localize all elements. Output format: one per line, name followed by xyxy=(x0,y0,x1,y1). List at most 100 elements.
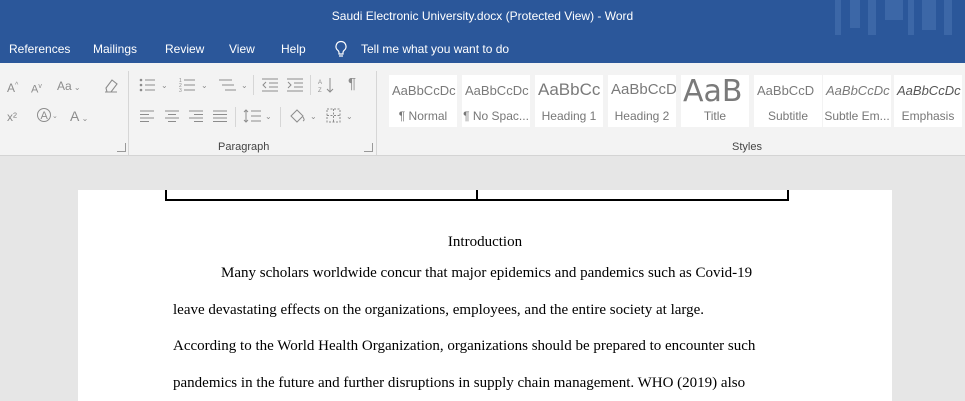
outdent-glyph xyxy=(262,78,278,92)
svg-text:⌄: ⌄ xyxy=(201,81,208,90)
eraser-icon xyxy=(105,79,118,93)
paragraph-line: Many scholars worldwide concur that majo… xyxy=(221,265,753,281)
sort-icon[interactable]: AZ xyxy=(318,77,336,97)
font-color-button[interactable]: A ⌄ xyxy=(70,108,88,127)
paragraph-line: According to the World Health Organizati… xyxy=(173,338,756,354)
svg-text:A: A xyxy=(41,110,49,122)
align-right-icon[interactable] xyxy=(188,109,204,127)
align-right-glyph xyxy=(189,110,203,122)
style-heading-2[interactable]: AaBbCcD Heading 2 xyxy=(608,75,676,127)
style-sample: AaBbCcDc xyxy=(465,83,529,98)
font-color-label: A xyxy=(70,108,80,124)
line-spacing-icon[interactable]: ⌄ xyxy=(243,108,273,128)
table-bottom-edge xyxy=(165,190,789,201)
multilevel-list-icon[interactable]: ⌄ xyxy=(218,77,252,97)
tab-references[interactable]: References xyxy=(9,42,70,56)
tell-me-box[interactable]: Tell me what you want to do xyxy=(333,40,509,58)
style-subtitle[interactable]: AaBbCcD Subtitle xyxy=(754,75,822,127)
group-separator xyxy=(376,71,377,155)
tab-mailings[interactable]: Mailings xyxy=(93,42,137,56)
paragraph-line: pandemics in the future and further disr… xyxy=(173,375,746,391)
paragraph-dialog-launcher-icon[interactable] xyxy=(364,143,373,152)
change-case-button[interactable]: Aa ⌄ xyxy=(57,78,81,96)
styles-group-label: Styles xyxy=(732,141,762,153)
style-name: Subtle Em... xyxy=(824,109,890,123)
group-separator xyxy=(128,71,129,155)
style-no-spacing[interactable]: AaBbCcDc ¶ No Spac... xyxy=(462,75,530,127)
ribbon: A^ Av Aa ⌄ x² A⌄ A ⌄ ⌄ 123⌄ ⌄ AZ ¶ ⌄ xyxy=(0,63,965,156)
style-name: Heading 2 xyxy=(614,109,670,123)
numbering-glyph: 123⌄ xyxy=(179,78,208,94)
grow-font-icon[interactable]: A^ xyxy=(7,78,18,96)
style-sample: AaB xyxy=(683,75,743,109)
style-sample: AaBbCcDc xyxy=(826,83,890,98)
svg-text:3: 3 xyxy=(179,88,182,93)
tab-view[interactable]: View xyxy=(229,42,255,56)
lightbulb-icon xyxy=(335,40,347,57)
numbering-icon[interactable]: 1 2 3 ⌄ xyxy=(179,77,213,97)
increase-indent-icon[interactable] xyxy=(286,77,304,97)
style-name: Title xyxy=(703,109,727,123)
align-center-icon[interactable] xyxy=(164,109,180,127)
justify-glyph xyxy=(213,110,227,122)
style-name: Subtitle xyxy=(767,109,809,123)
style-sample: AaBbCcD xyxy=(757,83,815,98)
shrink-font-icon[interactable]: Av xyxy=(31,79,42,98)
indent-glyph xyxy=(287,78,303,92)
text-effects-icon[interactable]: A ⌄ xyxy=(36,107,58,127)
style-emphasis[interactable]: AaBbCcDc Emphasis xyxy=(894,75,962,127)
menu-bar: References Mailings Review View Help Tel… xyxy=(0,35,965,63)
svg-text:⌄: ⌄ xyxy=(241,81,248,90)
svg-text:⌄: ⌄ xyxy=(161,81,168,90)
style-normal[interactable]: AaBbCcDc ¶ Normal xyxy=(389,75,457,127)
svg-text:⌄: ⌄ xyxy=(265,112,272,121)
tool-separator xyxy=(310,75,311,95)
document-page[interactable]: Introduction Many scholars worldwide con… xyxy=(78,190,892,401)
svg-text:⌄: ⌄ xyxy=(310,112,317,121)
font-dialog-launcher-icon[interactable] xyxy=(117,143,126,152)
tell-me-text: Tell me what you want to do xyxy=(361,42,510,56)
align-left-glyph xyxy=(140,110,154,122)
superscript-button[interactable]: x² xyxy=(7,109,17,125)
paragraph-line: leave devastating effects on the organiz… xyxy=(173,302,705,318)
borders-icon[interactable]: ⌄ xyxy=(326,108,358,128)
style-subtle-emphasis[interactable]: AaBbCcDc Subtle Em... xyxy=(823,75,891,127)
tool-separator xyxy=(253,75,254,95)
change-case-label: Aa xyxy=(57,79,72,93)
clear-formatting-icon[interactable] xyxy=(103,77,119,97)
styles-gallery: AaBbCcDc ¶ Normal AaBbCcDc ¶ No Spac... … xyxy=(389,75,965,127)
svg-text:Z: Z xyxy=(318,88,322,93)
document-canvas: Introduction Many scholars worldwide con… xyxy=(0,157,965,401)
svg-text:⌄: ⌄ xyxy=(346,112,353,121)
style-sample: AaBbCcDc xyxy=(392,83,456,98)
bullets-icon[interactable]: ⌄ xyxy=(139,77,173,97)
tool-separator xyxy=(280,107,281,127)
align-left-icon[interactable] xyxy=(139,109,155,127)
line-spacing-glyph: ⌄ xyxy=(243,109,272,123)
style-heading-1[interactable]: AaBbCc Heading 1 xyxy=(535,75,603,127)
style-name: ¶ No Spac... xyxy=(463,109,529,123)
tab-review[interactable]: Review xyxy=(165,42,204,56)
text-effects-glyph: A ⌄ xyxy=(37,108,58,122)
multilevel-glyph: ⌄ xyxy=(219,79,248,91)
sort-glyph: AZ xyxy=(318,78,334,94)
bullets-glyph: ⌄ xyxy=(139,78,168,92)
style-sample: AaBbCcDc xyxy=(897,83,961,98)
svg-text:⌄: ⌄ xyxy=(52,113,58,120)
justify-icon[interactable] xyxy=(212,109,228,127)
style-title[interactable]: AaB Title xyxy=(681,75,749,127)
style-name: ¶ Normal xyxy=(398,109,448,123)
show-formatting-icon[interactable]: ¶ xyxy=(348,76,356,92)
tool-separator xyxy=(235,107,236,127)
table-column-divider xyxy=(476,190,478,201)
style-name: Heading 1 xyxy=(541,109,597,123)
tab-help[interactable]: Help xyxy=(281,42,306,56)
title-bar: Saudi Electronic University.docx (Protec… xyxy=(0,0,965,35)
decrease-indent-icon[interactable] xyxy=(261,77,279,97)
style-sample: AaBbCcD xyxy=(611,81,676,98)
shading-icon[interactable]: ⌄ xyxy=(288,108,320,128)
heading-introduction: Introduction xyxy=(447,234,523,250)
style-name: Emphasis xyxy=(901,109,955,123)
svg-text:A: A xyxy=(318,80,322,86)
borders-glyph: ⌄ xyxy=(326,108,353,123)
